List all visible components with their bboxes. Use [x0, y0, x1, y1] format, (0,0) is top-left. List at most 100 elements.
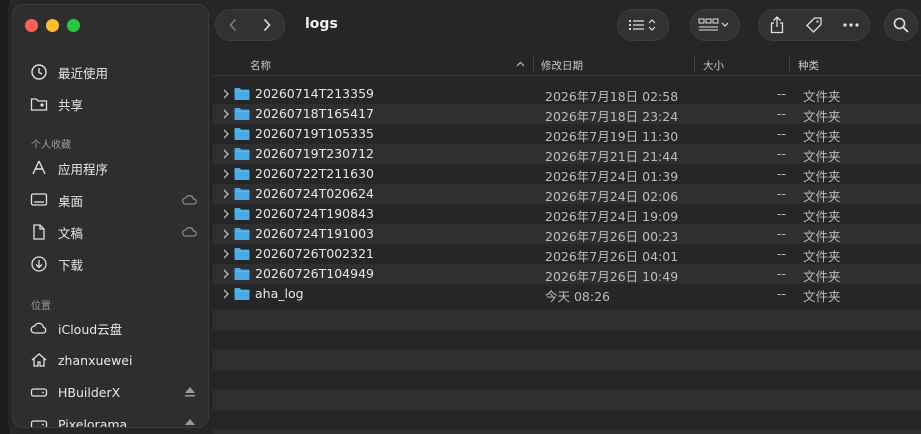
- sidebar-item-shared[interactable]: 共享: [29, 91, 199, 117]
- disclosure-chevron-icon[interactable]: [222, 268, 230, 280]
- folder-icon: [234, 168, 250, 180]
- disclosure-chevron-icon[interactable]: [222, 248, 230, 260]
- icloud-icon: [29, 319, 49, 337]
- folder-icon: [234, 228, 250, 240]
- forward-button[interactable]: [250, 10, 284, 40]
- file-size: --: [777, 186, 787, 201]
- minimize-window-button[interactable]: [46, 19, 59, 32]
- table-row[interactable]: 20260726T104949 2026年7月26日 10:49 -- 文件夹: [213, 264, 921, 284]
- table-row[interactable]: 20260726T002321 2026年7月26日 04:01 -- 文件夹: [213, 244, 921, 264]
- table-row[interactable]: 20260722T211630 2026年7月24日 01:39 -- 文件夹: [213, 164, 921, 184]
- chevron-left-icon: [229, 18, 237, 32]
- column-header-kind[interactable]: 种类: [798, 58, 819, 73]
- group-icon: [698, 18, 729, 31]
- sidebar-item-label: 桌面: [58, 193, 84, 209]
- file-name: 20260724T191003: [255, 226, 374, 241]
- zoom-window-button[interactable]: [67, 19, 80, 32]
- file-size: --: [777, 86, 787, 101]
- desktop-icon: [29, 191, 49, 209]
- sidebar-item-pixelorama[interactable]: Pixelorama: [29, 411, 199, 428]
- eject-icon[interactable]: [181, 384, 199, 400]
- disk-icon: [29, 383, 49, 401]
- file-kind: 文件夹: [803, 89, 841, 104]
- folder-icon: [234, 88, 250, 100]
- file-size: --: [777, 206, 787, 221]
- file-name: 20260719T105335: [255, 126, 374, 141]
- file-size: --: [777, 126, 787, 141]
- eject-icon[interactable]: [181, 416, 199, 428]
- search-icon: [893, 17, 909, 33]
- disclosure-chevron-icon[interactable]: [222, 228, 230, 240]
- sidebar-item-hbuilderx[interactable]: HBuilderX: [29, 379, 199, 405]
- table-row[interactable]: aha_log 今天 08:26 -- 文件夹: [213, 284, 921, 304]
- sidebar-item-downloads[interactable]: 下载: [29, 251, 199, 277]
- file-kind: 文件夹: [803, 229, 841, 244]
- share-icon: [771, 16, 784, 34]
- table-row[interactable]: 20260714T213359 2026年7月18日 02:58 -- 文件夹: [213, 84, 921, 104]
- column-header-date[interactable]: 修改日期: [541, 58, 583, 73]
- file-kind: 文件夹: [803, 109, 841, 124]
- file-kind: 文件夹: [803, 169, 841, 184]
- file-name: 20260726T104949: [255, 266, 374, 281]
- empty-row: [213, 350, 921, 370]
- disclosure-chevron-icon[interactable]: [222, 88, 230, 100]
- sidebar-item-icloud-drive[interactable]: iCloud云盘: [29, 315, 199, 341]
- table-row[interactable]: 20260724T020624 2026年7月24日 02:06 -- 文件夹: [213, 184, 921, 204]
- more-actions-button[interactable]: [832, 10, 869, 40]
- sidebar-item-recents[interactable]: 最近使用: [29, 59, 199, 85]
- file-size: --: [777, 246, 787, 261]
- list-view-icon: [628, 19, 656, 31]
- search-button[interactable]: [884, 9, 918, 41]
- disclosure-chevron-icon[interactable]: [222, 168, 230, 180]
- file-kind: 文件夹: [803, 269, 841, 284]
- tag-icon: [806, 17, 822, 33]
- disclosure-chevron-icon[interactable]: [222, 148, 230, 160]
- file-name: 20260722T211630: [255, 166, 374, 181]
- column-header-size[interactable]: 大小: [703, 58, 724, 73]
- back-button[interactable]: [216, 10, 250, 40]
- sidebar-section-favorites: 个人收藏: [31, 140, 71, 151]
- sidebar-item-label: 共享: [58, 97, 84, 113]
- column-header-name[interactable]: 名称: [250, 58, 271, 73]
- sidebar-item-label: 下载: [58, 257, 84, 273]
- file-name: 20260724T190843: [255, 206, 374, 221]
- file-date: 2026年7月18日 23:24: [545, 109, 679, 124]
- view-mode-button[interactable]: [617, 9, 669, 41]
- file-date: 2026年7月26日 00:23: [545, 229, 679, 244]
- folder-icon: [234, 108, 250, 120]
- sidebar-item-documents[interactable]: 文稿: [29, 219, 199, 245]
- table-row[interactable]: 20260718T165417 2026年7月18日 23:24 -- 文件夹: [213, 104, 921, 124]
- table-row[interactable]: 20260719T105335 2026年7月19日 11:30 -- 文件夹: [213, 124, 921, 144]
- icloud-status-icon: [182, 195, 197, 205]
- sidebar-item-applications[interactable]: 应用程序: [29, 155, 199, 181]
- close-window-button[interactable]: [25, 19, 38, 32]
- disclosure-chevron-icon[interactable]: [222, 208, 230, 220]
- file-name: aha_log: [255, 286, 304, 301]
- tags-button[interactable]: [796, 10, 833, 40]
- file-size: --: [777, 226, 787, 241]
- table-row[interactable]: 20260724T191003 2026年7月26日 00:23 -- 文件夹: [213, 224, 921, 244]
- disclosure-chevron-icon[interactable]: [222, 288, 230, 300]
- sidebar-item-label: 文稿: [58, 225, 84, 241]
- sidebar-item-home[interactable]: zhanxuewei: [29, 347, 199, 373]
- finder-window: 最近使用 共享 个人收藏 应用程序 桌面 文稿 下载 位置 iCloud云盘 z…: [8, 0, 921, 434]
- file-size: --: [777, 106, 787, 121]
- sidebar-item-label: 最近使用: [58, 65, 109, 81]
- applications-icon: [29, 159, 49, 177]
- file-name: 20260726T002321: [255, 246, 374, 261]
- disclosure-chevron-icon[interactable]: [222, 188, 230, 200]
- group-by-button[interactable]: [690, 9, 740, 41]
- empty-row: [213, 430, 921, 434]
- file-date: 2026年7月21日 21:44: [545, 149, 679, 164]
- share-button[interactable]: [759, 10, 796, 40]
- folder-icon: [234, 248, 250, 260]
- empty-row: [213, 310, 921, 330]
- table-row[interactable]: 20260724T190843 2026年7月24日 19:09 -- 文件夹: [213, 204, 921, 224]
- window-title: logs: [305, 16, 338, 32]
- sidebar-item-desktop[interactable]: 桌面: [29, 187, 199, 213]
- table-row[interactable]: 20260719T230712 2026年7月21日 21:44 -- 文件夹: [213, 144, 921, 164]
- disclosure-chevron-icon[interactable]: [222, 108, 230, 120]
- file-name: 20260719T230712: [255, 146, 374, 161]
- sidebar: 最近使用 共享 个人收藏 应用程序 桌面 文稿 下载 位置 iCloud云盘 z…: [12, 4, 209, 428]
- disclosure-chevron-icon[interactable]: [222, 128, 230, 140]
